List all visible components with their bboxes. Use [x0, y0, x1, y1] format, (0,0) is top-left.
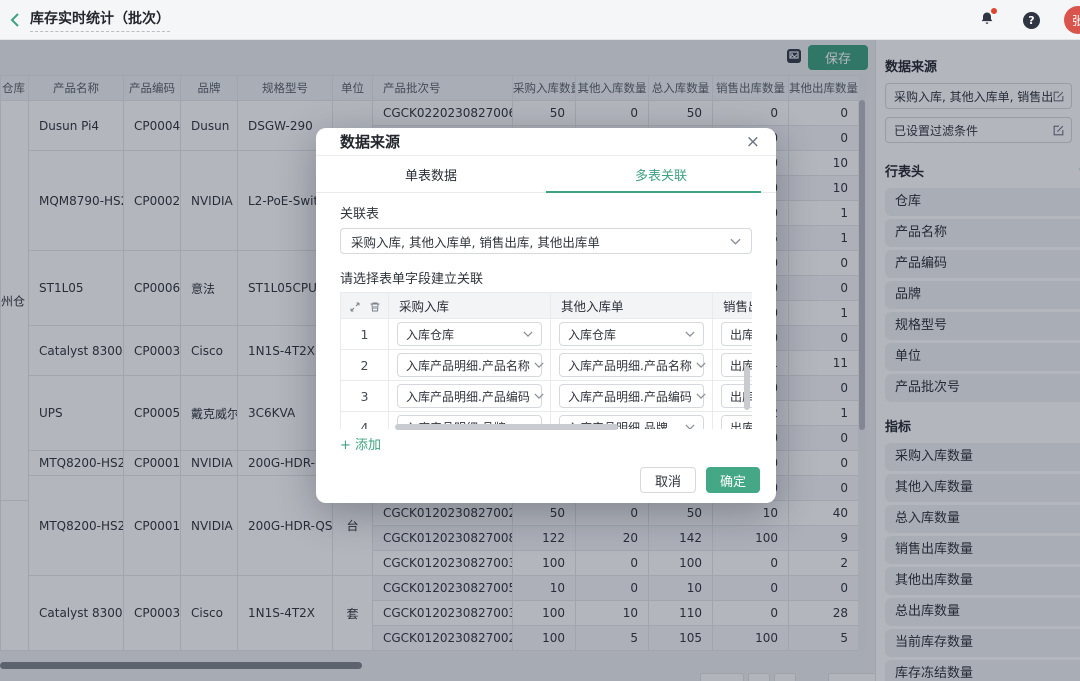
field-select[interactable]: 入库产品明细.产品名称: [397, 353, 542, 377]
topbar: 库存实时统计（批次） ? 张: [0, 0, 1080, 40]
mapping-index-cell: 1: [341, 319, 389, 350]
field-select-value: 出库产: [730, 419, 752, 430]
chevron-down-icon: [534, 393, 544, 399]
field-select[interactable]: 入库仓库: [397, 322, 542, 346]
mapping-field-cell: 入库仓库: [551, 319, 713, 350]
field-select-value: 入库产品明细.产品名称: [406, 357, 530, 374]
chevron-down-icon: [696, 362, 706, 368]
notifications-button[interactable]: [979, 10, 995, 31]
expand-icon[interactable]: [349, 301, 361, 313]
field-select-value: 入库仓库: [406, 326, 454, 343]
add-mapping-row-button[interactable]: + 添加: [340, 434, 381, 453]
chevron-down-icon: [523, 331, 533, 337]
field-select[interactable]: 出库产: [721, 415, 752, 429]
chevron-down-icon: [696, 393, 706, 399]
avatar[interactable]: 张: [1064, 6, 1080, 34]
field-select-value: 入库产品明细.产品编码: [406, 388, 530, 405]
field-mapping-table-wrap: 采购入库其他入库单销售出库1入库仓库入库仓库出库仓2入库产品明细.产品名称入库产…: [340, 292, 752, 429]
plus-icon: +: [340, 438, 351, 453]
modal-tabs: 单表数据 多表关联: [316, 156, 776, 193]
back-button[interactable]: [0, 0, 30, 40]
mapping-row: 2入库产品明细.产品名称入库产品明细.产品名称出库产: [341, 350, 753, 381]
field-select[interactable]: 入库产品明细.产品编码: [397, 384, 542, 408]
close-icon[interactable]: ×: [746, 134, 760, 151]
chevron-down-icon: [534, 362, 544, 368]
tab-multi-table[interactable]: 多表关联: [546, 156, 776, 192]
field-select-value: 入库产品明细.产品名称: [568, 357, 692, 374]
field-select[interactable]: 入库仓库: [559, 322, 704, 346]
notification-dot: [991, 8, 997, 14]
cancel-button[interactable]: 取消: [640, 467, 696, 493]
modal-body: 关联表 采购入库, 其他入库单, 销售出库, 其他出库单 请选择表单字段建立关联…: [316, 203, 776, 429]
field-mapping-table: 采购入库其他入库单销售出库1入库仓库入库仓库出库仓2入库产品明细.产品名称入库产…: [340, 292, 752, 429]
field-select-value: 入库仓库: [568, 326, 616, 343]
mapping-field-cell: 入库仓库: [389, 319, 551, 350]
chevron-down-icon: [685, 331, 695, 337]
modal-vertical-scrollbar-thumb[interactable]: [744, 366, 750, 410]
back-chevron-icon: [9, 12, 21, 28]
field-select-value: 出库仓: [730, 326, 752, 343]
help-button[interactable]: ?: [1023, 12, 1040, 29]
mapping-field-cell: 入库产品明细.产品名称: [389, 350, 551, 381]
related-table-value: 采购入库, 其他入库单, 销售出库, 其他出库单: [351, 232, 600, 251]
mapping-field-cell: 出库产: [713, 412, 753, 430]
related-table-select[interactable]: 采购入库, 其他入库单, 销售出库, 其他出库单: [340, 228, 752, 254]
trash-icon[interactable]: [369, 301, 381, 313]
tab-single-table[interactable]: 单表数据: [316, 156, 546, 192]
mapping-row: 3入库产品明细.产品编码入库产品明细.产品编码出库产: [341, 381, 753, 412]
field-select[interactable]: 入库产品明细.产品名称: [559, 353, 704, 377]
mapping-column-header: 其他入库单: [551, 293, 713, 319]
mapping-field-cell: 出库仓: [713, 319, 753, 350]
field-mapping-hint: 请选择表单字段建立关联: [340, 268, 752, 287]
mapping-row: 1 入库仓库 入库仓库 出库仓: [341, 319, 753, 350]
mapping-column-header: 采购入库: [389, 293, 551, 319]
mapping-index-cell: 2: [341, 350, 389, 381]
mapping-column-header: 销售出库: [713, 293, 753, 319]
mapping-index-cell: 4: [341, 412, 389, 430]
mapping-index-cell: 3: [341, 381, 389, 412]
modal-title: 数据来源: [340, 131, 400, 152]
mapping-tools-cell: [341, 293, 389, 319]
mapping-field-cell: 入库产品明细.产品编码: [551, 381, 713, 412]
field-select[interactable]: 入库产品明细.产品编码: [559, 384, 704, 408]
related-table-label: 关联表: [340, 203, 752, 222]
mapping-header-row: 采购入库其他入库单销售出库: [341, 293, 753, 319]
data-source-modal: 数据来源 × 单表数据 多表关联 关联表 采购入库, 其他入库单, 销售出库, …: [316, 128, 776, 503]
chevron-down-icon: [685, 424, 695, 429]
field-select-value: 入库产品明细.产品编码: [568, 388, 692, 405]
modal-header: 数据来源 ×: [316, 128, 776, 156]
mapping-field-cell: 入库产品明细.产品编码: [389, 381, 551, 412]
field-select[interactable]: 出库仓: [721, 322, 752, 346]
page-title: 库存实时统计（批次）: [30, 8, 170, 32]
modal-horizontal-scrollbar-thumb[interactable]: [395, 424, 618, 430]
confirm-button[interactable]: 确定: [706, 467, 760, 493]
modal-footer: 取消 确定: [640, 467, 760, 493]
mapping-field-cell: 入库产品明细.产品名称: [551, 350, 713, 381]
chevron-down-icon: [730, 238, 741, 245]
